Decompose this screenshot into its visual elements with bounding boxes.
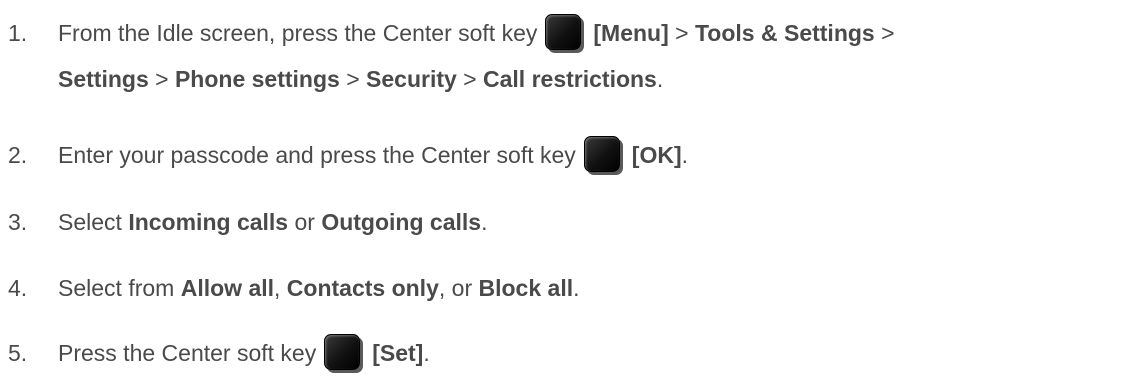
center-soft-key-icon — [324, 334, 361, 370]
step-number: 3. — [8, 209, 28, 235]
security-label: Security — [366, 66, 457, 92]
step-text: Enter your passcode and press the Center… — [58, 132, 688, 178]
phone-settings-label: Phone settings — [174, 66, 340, 92]
contacts-only-label: Contacts only — [286, 275, 439, 301]
block-all-label: Block all — [478, 275, 574, 301]
settings-label: Settings — [58, 66, 149, 92]
step-4: 4. Select from Allow all , Contacts only… — [0, 265, 1126, 311]
step-text: Select from Allow all , Contacts only , … — [58, 265, 580, 311]
step-1: 1. From the Idle screen, press the Cente… — [0, 10, 1126, 92]
call-restrictions-label: Call restrictions — [483, 66, 657, 92]
step-number: 5. — [8, 340, 28, 366]
step-2: 2. Enter your passcode and press the Cen… — [0, 132, 1126, 178]
step-number: 1. — [8, 20, 28, 46]
step-5: 5. Press the Center soft key [Set] . — [0, 330, 1126, 376]
center-soft-key-icon — [583, 136, 620, 172]
step-text: From the Idle screen, press the Center s… — [58, 10, 895, 56]
step-text: Select Incoming calls or Outgoing calls … — [58, 199, 487, 245]
set-label: [Set] — [372, 340, 424, 366]
step-text: Press the Center soft key [Set] . — [58, 330, 430, 376]
ok-label: [OK] — [631, 142, 682, 168]
step-3: 3. Select Incoming calls or Outgoing cal… — [0, 199, 1126, 245]
incoming-calls-label: Incoming calls — [128, 209, 289, 235]
outgoing-calls-label: Outgoing calls — [321, 209, 482, 235]
step-number: 2. — [8, 142, 28, 168]
step-number: 4. — [8, 275, 28, 301]
allow-all-label: Allow all — [180, 275, 275, 301]
menu-label: [Menu] — [593, 20, 669, 46]
tools-settings-label: Tools & Settings — [694, 20, 875, 46]
center-soft-key-icon — [545, 14, 582, 50]
